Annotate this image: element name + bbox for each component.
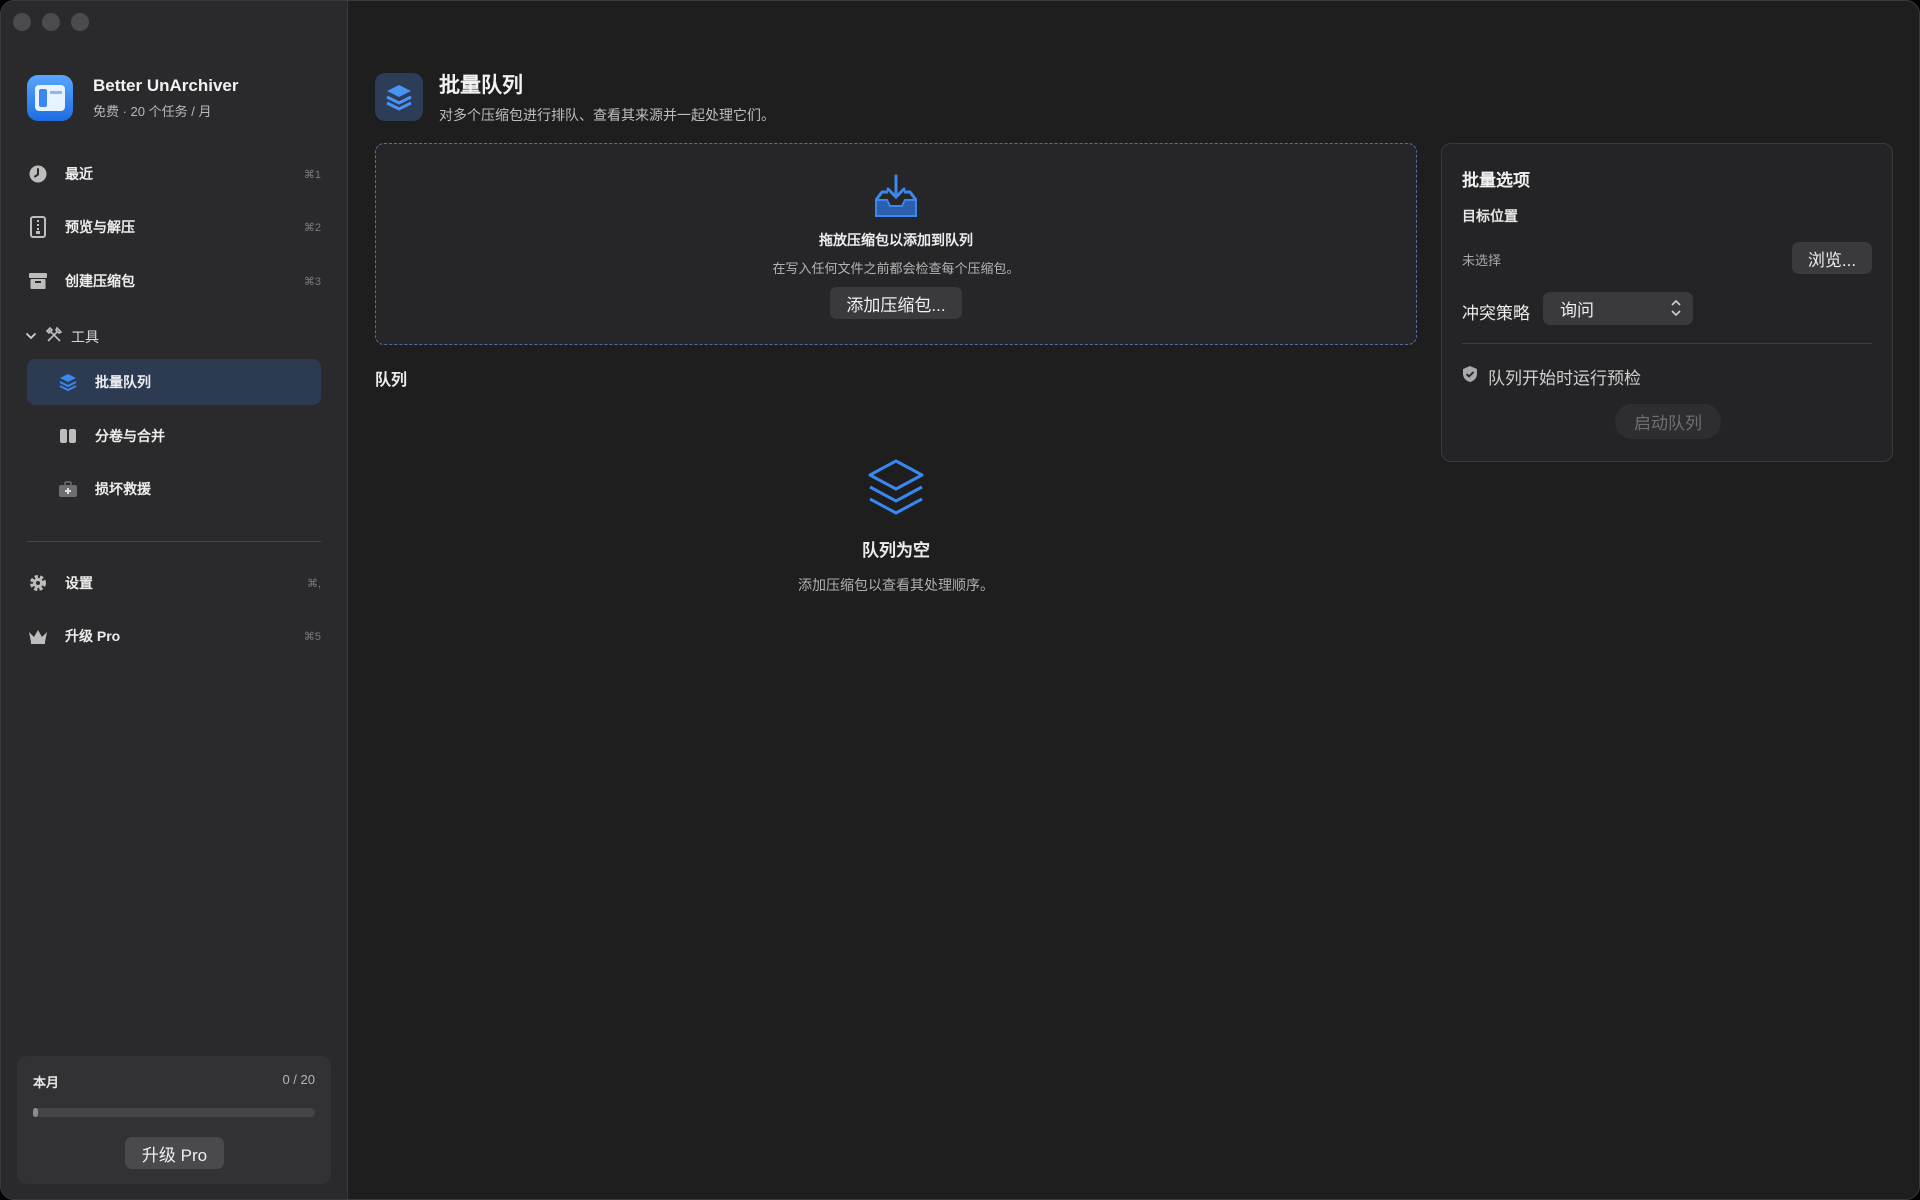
minimize-window-button[interactable] (42, 13, 60, 31)
tools-icon (45, 326, 63, 347)
app-name: Better UnArchiver (93, 76, 239, 95)
tray-download-icon (872, 174, 920, 225)
sidebar-item-damage-rescue[interactable]: 损坏救援 (27, 466, 321, 512)
sidebar-item-create-archive[interactable]: 创建压缩包 ⌘3 (27, 258, 321, 304)
add-archive-button[interactable]: 添加压缩包... (830, 287, 962, 319)
clock-icon (27, 163, 49, 185)
conflict-policy-select[interactable]: 询问 (1543, 292, 1693, 325)
conflict-policy-value: 询问 (1560, 301, 1594, 320)
sidebar-item-settings[interactable]: 设置 ⌘, (27, 560, 321, 606)
stack-layers-icon (375, 457, 1417, 524)
sidebar-item-label: 创建压缩包 (65, 273, 135, 289)
empty-queue-state: 队列为空 添加压缩包以查看其处理顺序。 (375, 457, 1417, 595)
app-logo-icon (27, 75, 73, 121)
sidebar-item-label: 批量队列 (95, 374, 151, 390)
shield-check-icon (1462, 365, 1478, 388)
document-zipper-icon (27, 216, 49, 238)
usage-progress-fill (33, 1108, 38, 1117)
gear-icon (27, 572, 49, 594)
stack-layers-icon (375, 73, 423, 121)
drop-zone-title: 拖放压缩包以添加到队列 (819, 232, 973, 248)
tools-section-label: 工具 (71, 328, 99, 345)
medkit-icon (57, 478, 79, 500)
usage-count: 0 / 20 (282, 1072, 315, 1087)
app-plan: 免费 · 20 个任务 / 月 (93, 104, 212, 119)
conflict-policy-label: 冲突策略 (1462, 304, 1530, 323)
browse-button[interactable]: 浏览... (1792, 242, 1872, 274)
sidebar-item-label: 升级 Pro (65, 628, 121, 644)
sidebar-item-preview-extract[interactable]: 预览与解压 ⌘2 (27, 204, 321, 250)
sidebar-divider (27, 541, 321, 542)
close-window-button[interactable] (13, 13, 31, 31)
sidebar-item-label: 预览与解压 (65, 219, 135, 235)
page-title: 批量队列 (439, 74, 523, 97)
preflight-row: 队列开始时运行预检 (1462, 364, 1641, 389)
sidebar-item-label: 设置 (65, 575, 93, 591)
options-title: 批量选项 (1462, 171, 1530, 190)
sidebar-item-split-merge[interactable]: 分卷与合并 (27, 413, 321, 459)
app-header: Better UnArchiver 免费 · 20 个任务 / 月 (27, 75, 239, 121)
usage-period-label: 本月 (33, 1075, 60, 1090)
shortcut-label: ⌘3 (303, 275, 321, 288)
sidebar: Better UnArchiver 免费 · 20 个任务 / 月 最近 ⌘1 … (1, 1, 348, 1199)
sidebar-item-batch-queue[interactable]: 批量队列 (27, 359, 321, 405)
window-controls (13, 13, 89, 31)
shortcut-label: ⌘5 (303, 630, 321, 643)
destination-value: 未选择 (1462, 253, 1502, 268)
shortcut-label: ⌘, (306, 577, 321, 590)
app-window: Better UnArchiver 免费 · 20 个任务 / 月 最近 ⌘1 … (0, 0, 1920, 1200)
shortcut-label: ⌘1 (303, 168, 321, 181)
sidebar-item-label: 最近 (65, 166, 93, 182)
queue-section-title: 队列 (375, 372, 408, 389)
preflight-label: 队列开始时运行预检 (1488, 369, 1641, 388)
drop-zone-subtitle: 在写入任何文件之前都会检查每个压缩包。 (772, 261, 1020, 276)
usage-card: 本月 0 / 20 升级 Pro (17, 1056, 331, 1184)
options-divider (1462, 343, 1872, 344)
main-content: 批量队列 对多个压缩包进行排队、查看其来源并一起处理它们。 拖放压缩包以添加到队… (349, 1, 1919, 1199)
zoom-window-button[interactable] (71, 13, 89, 31)
sidebar-item-label: 分卷与合并 (95, 428, 165, 444)
chevron-updown-icon (1671, 298, 1681, 319)
page-header: 批量队列 对多个压缩包进行排队、查看其来源并一起处理它们。 (375, 69, 775, 125)
shortcut-label: ⌘2 (303, 221, 321, 234)
crown-icon (27, 625, 49, 647)
sidebar-item-label: 损坏救援 (95, 481, 151, 497)
archive-box-icon (27, 270, 49, 292)
sidebar-item-upgrade-pro[interactable]: 升级 Pro ⌘5 (27, 613, 321, 659)
batch-options-panel: 批量选项 目标位置 未选择 浏览... 冲突策略 询问 队列开始时运行预检 启动… (1441, 143, 1893, 462)
sidebar-item-recent[interactable]: 最近 ⌘1 (27, 151, 321, 197)
tools-section-header[interactable]: 工具 (25, 326, 99, 347)
upgrade-pro-button[interactable]: 升级 Pro (125, 1137, 224, 1169)
empty-queue-subtitle: 添加压缩包以查看其处理顺序。 (798, 577, 994, 593)
destination-label: 目标位置 (1462, 208, 1518, 224)
stack-layers-icon (57, 371, 79, 393)
chevron-down-icon (25, 329, 37, 345)
start-queue-button[interactable]: 启动队列 (1615, 404, 1721, 439)
usage-progress-bar (33, 1108, 315, 1117)
split-panes-icon (57, 425, 79, 447)
empty-queue-title: 队列为空 (862, 541, 930, 560)
page-subtitle: 对多个压缩包进行排队、查看其来源并一起处理它们。 (439, 107, 775, 123)
drop-zone[interactable]: 拖放压缩包以添加到队列 在写入任何文件之前都会检查每个压缩包。 添加压缩包... (375, 143, 1417, 345)
